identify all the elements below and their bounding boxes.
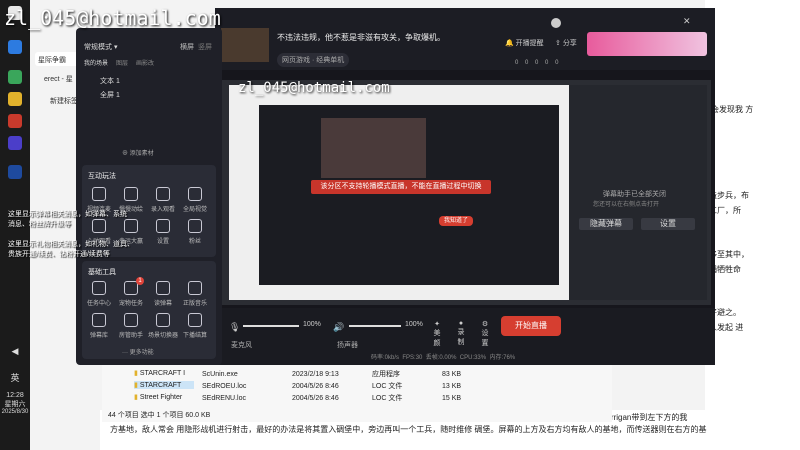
doc-line: 造步兵，布	[709, 191, 749, 200]
event-banner[interactable]	[587, 32, 707, 56]
speaker-icon[interactable]: 🔊	[333, 322, 344, 333]
folder-row[interactable]: ▮ Street Fighter	[134, 393, 194, 401]
scene-item[interactable]: 全屏 1	[100, 90, 120, 100]
mic-slider[interactable]	[243, 325, 299, 327]
doc-line: 移至其中，	[709, 250, 749, 259]
browser-tab[interactable]: 星际争霸	[35, 52, 80, 66]
remind-button[interactable]: 🔔 开播提醒	[505, 38, 544, 48]
folder-row[interactable]: ▮ STARCRAFT I	[134, 369, 194, 377]
app2-icon[interactable]	[8, 136, 22, 150]
stream-preview[interactable]: 该分区不支持轮播模式直播，不能在直播过程中切换 我知道了 弹幕助手已全部关闭 您…	[219, 80, 711, 305]
danmaku-settings-button[interactable]: 设置	[641, 218, 695, 230]
add-material-button[interactable]: ⊕ 添加素材	[122, 148, 154, 157]
scene-item[interactable]: 文本 1	[100, 76, 120, 86]
landscape-toggle[interactable]: 横屏	[180, 42, 194, 52]
danmaku-off-title: 弹幕助手已全部关闭	[603, 191, 666, 198]
interactive-title: 互动玩法	[88, 173, 116, 180]
file-row[interactable]: ScUnin.exe 2023/2/18 9:13 应用程序 83 KB	[202, 369, 502, 379]
nested-game	[321, 118, 426, 178]
tool-scene-switch[interactable]: 场景切换器	[148, 313, 178, 339]
tool-music[interactable]: 正版音乐	[180, 281, 210, 307]
avatar[interactable]	[551, 18, 561, 28]
file-row[interactable]: SEdROEU.loc 2004/5/26 8:46 LOC 文件 13 KB	[202, 381, 502, 391]
explorer-status: 44 个项目 选中 1 个项目 60.0 KB	[108, 412, 211, 419]
cover-thumbnail[interactable]	[221, 28, 269, 62]
doc-line: 方基地，敌人常会 用隐形战机进行射击，最好的办法是将其置入碉堡中，旁边再叫一个工…	[110, 425, 707, 434]
tool-fans[interactable]: 粉丝	[180, 219, 210, 245]
file-row[interactable]: SEdRENU.loc 2004/5/26 8:46 LOC 文件 15 KB	[202, 393, 502, 403]
tool-pet[interactable]: 宠物任务	[116, 281, 146, 307]
clock-day: 星期六	[4, 401, 26, 408]
input-lang[interactable]: 英	[0, 371, 30, 384]
close-icon[interactable]: ✕	[683, 16, 691, 27]
mic-label: 麦克风	[231, 342, 252, 349]
browser-tab-2[interactable]: erect - 星	[44, 74, 73, 84]
start-live-button[interactable]: 开始直播	[501, 316, 561, 336]
live-header: 不违法违规，他不惹是非滋有攻关，争取爆机。 网页游戏 · 经典单机 🔔 开播提醒…	[215, 8, 715, 70]
tab-layers[interactable]: 图层	[116, 58, 128, 67]
hide-danmaku-button[interactable]: 隐藏弹幕	[579, 218, 633, 230]
system-tray: ◀ 英 12:28 星期六 2025/8/30	[0, 340, 30, 450]
share-button[interactable]: ⇪ 分享	[555, 38, 577, 48]
tab-edit[interactable]: 画影改	[136, 58, 154, 67]
tool-vision[interactable]: 全局视觉	[180, 187, 210, 213]
folder-icon[interactable]	[8, 92, 22, 106]
mode-select[interactable]: 常规模式 ▾	[84, 42, 117, 52]
file-explorer: ▮ STARCRAFT I ▮ STARCRAFT ▮ Street Fight…	[102, 365, 612, 422]
app3-icon[interactable]	[8, 165, 22, 179]
more-features[interactable]: ··· 更多功能	[122, 347, 154, 356]
tool-room-admin[interactable]: 房管助手	[116, 313, 146, 339]
warning-ok-button[interactable]: 我知道了	[439, 216, 473, 226]
live-app-icon[interactable]	[8, 114, 22, 128]
watermark-email: zl_045@hotmail.com	[4, 6, 221, 30]
mic-volume: 100%	[303, 321, 321, 328]
danmaku-panel: 弹幕助手已全部关闭 您还可以在右侧点击打开 隐藏弹幕 设置	[569, 85, 707, 300]
warning-banner: 该分区不支持轮播模式直播，不能在直播过程中切换	[311, 180, 491, 194]
tool-end-summary[interactable]: 下播结算	[180, 313, 210, 339]
live-window: 不违法违规，他不惹是非滋有攻关，争取爆机。 网页游戏 · 经典单机 🔔 开播提醒…	[215, 8, 715, 365]
app-icon[interactable]	[8, 70, 22, 84]
tool-settings[interactable]: 设置	[148, 219, 178, 245]
counters: 0 0 0 0 0	[515, 60, 559, 66]
notification-badge: 1	[136, 277, 144, 285]
clock-date: 2025/8/30	[1, 409, 29, 415]
danmaku-tip: 这里显示弹幕相关消息，如弹幕、系统消息、粉丝牌升级等	[8, 211, 127, 228]
record-button[interactable]: ● 录制	[455, 320, 467, 347]
microphone-icon[interactable]: 🎙	[229, 322, 240, 333]
speaker-slider[interactable]	[349, 325, 401, 327]
live-title[interactable]: 不违法违规，他不惹是非滋有攻关，争取爆机。	[277, 32, 447, 43]
tool-read-danmaku[interactable]: 读弹幕	[148, 281, 178, 307]
gift-tip: 这里显示礼物相关消息，如礼物、道具、贵族开通/续费、钻粉开通/续费等	[8, 241, 134, 258]
live-category[interactable]: 网页游戏 · 经典单机	[277, 53, 350, 67]
tool-panel: 常规模式 ▾ 横屏 竖屏 我的场景 图层 画影改 文本 1 全屏 1 ⊕ 添加素…	[76, 28, 222, 365]
basic-title: 基础工具	[88, 269, 116, 276]
watermark-email-2: zl_045@hotmail.com	[238, 80, 390, 96]
status-bar: 码率:0kb/s FPS:30 丢帧:0.00% CPU:33% 内存:76%	[371, 355, 516, 361]
speaker-label: 扬声器	[337, 342, 358, 349]
tool-danmaku-lib[interactable]: 弹幕库	[84, 313, 114, 339]
danmaku-off-body: 您还可以在右侧点击打开	[593, 202, 660, 208]
doc-line: 会发现我 方	[711, 105, 754, 114]
beauty-button[interactable]: ✦ 美颜	[431, 320, 443, 348]
volume-icon[interactable]: ◀	[0, 346, 30, 357]
folder-row[interactable]: ▮ STARCRAFT	[134, 381, 194, 389]
edge-icon[interactable]	[8, 40, 22, 54]
portrait-toggle[interactable]: 竖屏	[198, 42, 212, 52]
live-controls: 🎙 100% 麦克风 🔊 100% 扬声器 ✦ 美颜 ● 录制 ⚙ 设置 开始直播 码…	[215, 308, 715, 365]
tool-enter[interactable]: 录入观看	[148, 187, 178, 213]
basic-tools-card: 基础工具 任务中心 宠物任务 1 读弹幕 正版音乐 弹幕库 房管助手 场景切换器…	[82, 261, 216, 359]
speaker-volume: 100%	[405, 321, 423, 328]
tool-tasks[interactable]: 任务中心	[84, 281, 114, 307]
document-right-text: 会发现我 方 造步兵，布 工厂，所 移至其中， 捐牺牲命 好避之。 人发起 进	[705, 0, 800, 450]
clock-time[interactable]: 12:28	[0, 392, 30, 399]
settings-button[interactable]: ⚙ 设置	[479, 320, 491, 348]
tab-scenes[interactable]: 我的场景	[84, 58, 108, 67]
